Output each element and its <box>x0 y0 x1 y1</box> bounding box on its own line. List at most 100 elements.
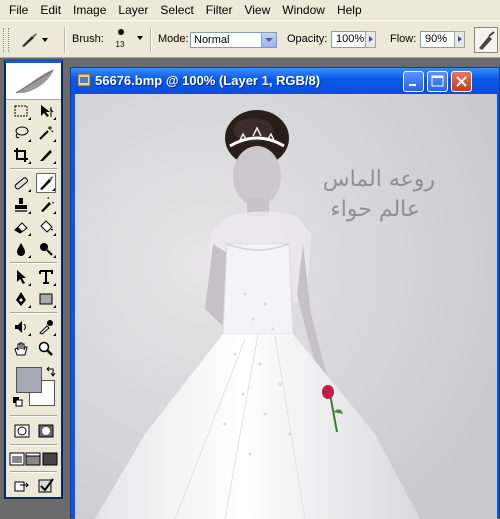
eyedropper-tool[interactable] <box>36 317 56 337</box>
options-bar: Brush: 13 Mode: Normal Opacity: 100% Flo… <box>0 20 500 58</box>
pen-tool-icon <box>16 292 26 306</box>
slice-tool-icon <box>40 150 52 161</box>
path-select-tool[interactable] <box>11 267 31 287</box>
full-screen-mode-button[interactable] <box>42 449 58 469</box>
crop-tool-icon <box>14 148 28 162</box>
menu-edit[interactable]: Edit <box>34 0 67 20</box>
mode-label: Mode: <box>158 33 189 45</box>
close-icon <box>456 76 467 87</box>
toolbox-header[interactable] <box>6 63 61 100</box>
chevron-down-icon[interactable] <box>137 36 143 40</box>
options-bar-grip[interactable] <box>3 28 9 52</box>
flow-label: Flow: <box>390 33 417 45</box>
menu-filter[interactable]: Filter <box>200 0 239 20</box>
quick-mask-icon <box>38 424 54 438</box>
marquee-tool-icon <box>14 105 28 117</box>
minimize-button[interactable] <box>403 71 424 92</box>
slice-tool[interactable] <box>36 145 56 165</box>
opacity-slider-arrow-icon[interactable] <box>365 31 376 48</box>
path-select-icon <box>17 270 26 284</box>
watermark-line-1: روعه الماس <box>323 167 435 192</box>
menu-window[interactable]: Window <box>276 0 331 20</box>
menu-layer[interactable]: Layer <box>112 0 154 20</box>
foreground-color-swatch[interactable] <box>16 367 42 393</box>
eraser-tool[interactable] <box>11 217 31 237</box>
document-title-bar[interactable]: 56676.bmp @ 100% (Layer 1, RGB/8) <box>71 68 499 94</box>
opacity-field[interactable]: 100% <box>331 31 376 48</box>
chevron-down-icon[interactable] <box>261 33 276 47</box>
type-tool-icon <box>39 270 53 284</box>
lasso-tool[interactable] <box>11 123 31 143</box>
divider <box>10 415 57 417</box>
airbrush-toggle[interactable] <box>474 27 498 53</box>
screen-mode-menu-icon <box>25 452 41 466</box>
crop-tool[interactable] <box>11 145 31 165</box>
flow-slider-arrow-icon[interactable] <box>454 31 465 48</box>
bridal-dress-photo: روعه الماس عالم حواء <box>75 94 497 519</box>
document-window: 56676.bmp @ 100% (Layer 1, RGB/8) روعه ا… <box>70 67 500 519</box>
notes-tool[interactable] <box>11 317 31 337</box>
eyedropper-icon <box>39 320 53 335</box>
menu-image[interactable]: Image <box>67 0 112 20</box>
brush-tool[interactable] <box>36 173 56 193</box>
standard-mode-icon <box>14 424 30 438</box>
divider <box>150 27 152 53</box>
menu-help[interactable]: Help <box>331 0 368 20</box>
flow-field[interactable]: 90% <box>420 31 465 48</box>
menu-select[interactable]: Select <box>154 0 199 20</box>
history-brush-tool[interactable] <box>36 195 56 215</box>
airbrush-icon <box>479 31 495 50</box>
menu-file[interactable]: File <box>0 0 34 20</box>
dodge-tool[interactable] <box>36 239 56 259</box>
maximize-button[interactable] <box>427 71 448 92</box>
brush-picker[interactable]: 13 <box>109 27 135 53</box>
lasso-tool-icon <box>15 126 29 139</box>
tool-preset-picker[interactable] <box>19 30 55 50</box>
clone-stamp-icon <box>15 198 27 212</box>
shape-tool-icon <box>39 293 53 305</box>
screen-mode-standard-icon <box>9 452 25 466</box>
maximize-icon <box>431 75 444 87</box>
pen-tool[interactable] <box>11 289 31 309</box>
eraser-tool-icon <box>14 222 28 234</box>
menu-view[interactable]: View <box>238 0 276 20</box>
full-screen-menu-mode-button[interactable] <box>25 449 41 469</box>
shape-tool[interactable] <box>36 289 56 309</box>
mode-select[interactable]: Normal <box>190 32 277 48</box>
hand-tool[interactable] <box>11 339 31 359</box>
divider <box>10 262 57 264</box>
minimize-icon <box>409 84 416 86</box>
history-brush-icon <box>41 197 54 212</box>
jump-to-imageready-button[interactable] <box>12 475 32 495</box>
divider <box>10 312 57 314</box>
clone-stamp-tool[interactable] <box>11 195 31 215</box>
magic-wand-icon <box>39 126 54 140</box>
feather-logo-icon <box>15 69 54 94</box>
standard-screen-mode-button[interactable] <box>9 449 25 469</box>
quick-mask-button[interactable] <box>36 421 56 441</box>
imageready-check-button[interactable] <box>36 475 56 495</box>
blur-tool[interactable] <box>11 239 31 259</box>
default-colors-icon[interactable] <box>13 397 23 407</box>
magic-wand-tool[interactable] <box>36 123 56 143</box>
marquee-tool[interactable] <box>11 101 31 121</box>
healing-brush-tool[interactable] <box>11 173 31 193</box>
notes-tool-icon <box>15 321 26 333</box>
paint-bucket-tool[interactable] <box>36 217 56 237</box>
move-tool[interactable] <box>36 101 56 121</box>
divider <box>10 471 57 473</box>
dodge-tool-icon <box>40 243 53 256</box>
image-canvas[interactable]: روعه الماس عالم حواء <box>75 94 497 519</box>
brush-tip-preview <box>118 29 124 35</box>
toolbox <box>4 59 63 499</box>
brush-label: Brush: <box>72 33 104 45</box>
document-title: 56676.bmp @ 100% (Layer 1, RGB/8) <box>95 73 321 88</box>
type-tool[interactable] <box>36 267 56 287</box>
zoom-tool[interactable] <box>36 339 56 359</box>
standard-mode-button[interactable] <box>12 421 32 441</box>
move-tool-icon <box>41 105 54 117</box>
brush-size-value: 13 <box>115 40 125 49</box>
photoshop-document-icon <box>77 73 91 87</box>
swap-colors-icon[interactable] <box>45 366 57 378</box>
close-button[interactable] <box>451 71 472 92</box>
